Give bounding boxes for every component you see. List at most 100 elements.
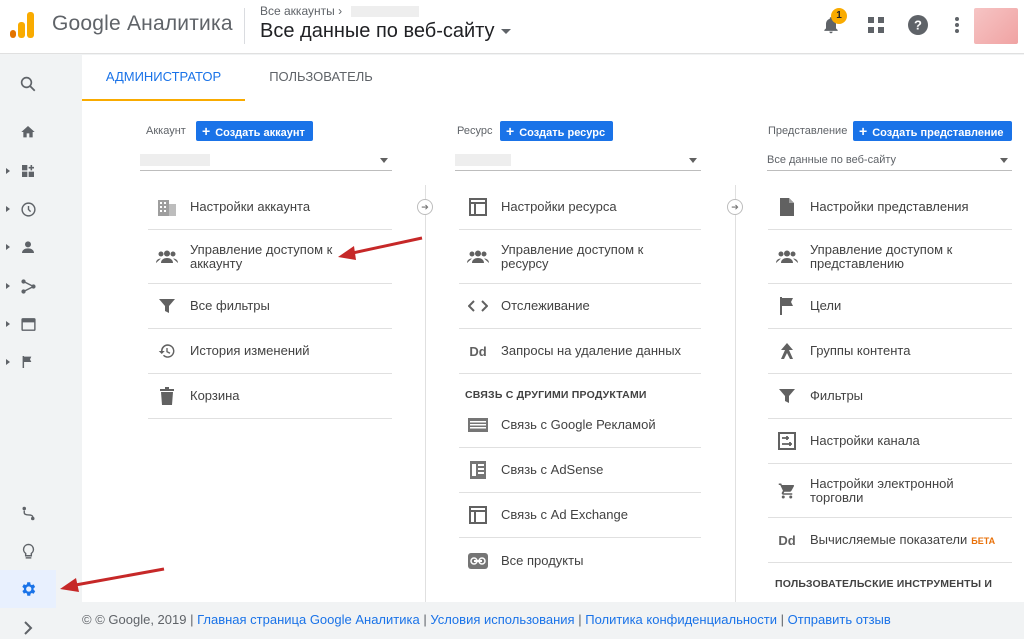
view-filters-label: Фильтры (810, 388, 864, 403)
expand-rail-button[interactable] (0, 613, 56, 639)
history-icon (156, 340, 178, 362)
footer-link-terms[interactable]: Условия использования (430, 612, 574, 627)
svg-text:?: ? (914, 18, 922, 33)
plus-icon: + (202, 123, 211, 139)
behavior-icon (20, 317, 36, 331)
building-icon (156, 196, 178, 218)
analytics-logo-icon[interactable] (8, 10, 36, 38)
all-filters-item[interactable]: Все фильтры (148, 284, 392, 329)
tab-administrator[interactable]: АДМИНИСТРАТОР (82, 55, 245, 101)
flag-icon (776, 295, 798, 317)
customization-icon (22, 165, 34, 177)
dd-icon: Dd (778, 532, 796, 548)
beta-badge: БЕТА (971, 535, 996, 546)
admin-tabs: АДМИНИСТРАТОР ПОЛЬЗОВАТЕЛЬ (82, 55, 1024, 101)
view-settings-item[interactable]: Настройки представления (768, 185, 1012, 230)
adexchange-link-item[interactable]: Связь с Ad Exchange (459, 493, 701, 538)
attribution-icon (21, 506, 35, 520)
home-icon (21, 126, 35, 138)
view-selector[interactable]: Все данные по веб-сайту (260, 20, 511, 43)
channel-icon (776, 430, 798, 452)
view-access-management-label: Управление доступом к представлению (810, 241, 953, 271)
search-nav-button[interactable] (0, 69, 56, 99)
document-icon (776, 196, 798, 218)
dropdown-arrow-icon (380, 158, 388, 163)
column-arrow-icon: ➔ (417, 199, 433, 215)
adexchange-icon (467, 504, 489, 526)
property-access-management-label: Управление доступом к ресурсу (501, 241, 644, 271)
admin-nav-button[interactable] (0, 570, 56, 608)
conversions-nav-button[interactable] (0, 347, 56, 377)
create-account-button[interactable]: + Создать аккаунт (196, 121, 313, 141)
chevron-right-icon (24, 621, 33, 635)
content-groups-item[interactable]: Группы контента (768, 329, 1012, 374)
account-select[interactable] (140, 149, 392, 171)
account-column-label: Аккаунт (146, 125, 186, 137)
ecommerce-settings-item[interactable]: Настройки электронной торговли (768, 464, 1012, 518)
breadcrumb[interactable]: Все аккаунты › (260, 4, 420, 18)
adsense-link-item[interactable]: Связь с AdSense (459, 448, 701, 493)
apps-button[interactable] (863, 12, 889, 38)
footer-link-home[interactable]: Главная страница Google Аналитика (197, 612, 420, 627)
expand-arrow-icon (6, 206, 10, 212)
expand-arrow-icon (6, 359, 10, 365)
expand-arrow-icon (6, 244, 10, 250)
all-filters-label: Все фильтры (190, 298, 270, 313)
channel-settings-label: Настройки канала (810, 433, 920, 448)
dropdown-arrow-icon (689, 158, 697, 163)
calculated-metrics-text: Вычисляемые показатели (810, 531, 968, 547)
account-settings-item[interactable]: Настройки аккаунта (148, 185, 392, 230)
customization-nav-button[interactable] (0, 156, 56, 186)
property-settings-item[interactable]: Настройки ресурса (459, 185, 701, 230)
breadcrumb-label: Все аккаунты (260, 4, 335, 18)
goals-item[interactable]: Цели (768, 284, 1012, 329)
create-view-label: Создать представление (872, 127, 1004, 139)
home-nav-button[interactable] (0, 117, 56, 147)
view-access-management-item[interactable]: Управление доступом к представлению (768, 230, 1012, 284)
channel-settings-item[interactable]: Настройки канала (768, 419, 1012, 464)
adexchange-link-label: Связь с Ad Exchange (501, 507, 628, 522)
view-select[interactable]: Все данные по веб-сайту (767, 149, 1012, 171)
tab-user[interactable]: ПОЛЬЗОВАТЕЛЬ (252, 55, 390, 101)
create-view-button[interactable]: + Создать представление (853, 121, 1012, 141)
notifications-button[interactable]: 1 (818, 8, 847, 38)
view-filters-item[interactable]: Фильтры (768, 374, 1012, 419)
avatar[interactable] (974, 8, 1018, 44)
change-history-item[interactable]: История изменений (148, 329, 392, 374)
footer-link-feedback[interactable]: Отправить отзыв (788, 612, 891, 627)
lightbulb-icon (22, 543, 34, 559)
filter-icon (156, 295, 178, 317)
people-icon (467, 246, 489, 268)
acquisition-icon (20, 278, 36, 294)
create-property-button[interactable]: + Создать ресурс (500, 121, 614, 141)
realtime-nav-button[interactable] (0, 194, 56, 224)
top-app-bar: Google Аналитика Все аккаунты › Все данн… (0, 0, 1024, 54)
footer-copyright-text: © Google, 2019 (95, 612, 187, 627)
app-title: Google Аналитика (52, 12, 233, 35)
header-divider (244, 8, 245, 44)
behavior-nav-button[interactable] (0, 309, 56, 339)
footer-link-privacy[interactable]: Политика конфиденциальности (585, 612, 777, 627)
help-button[interactable]: ? (905, 12, 931, 38)
data-deletion-item[interactable]: Dd Запросы на удаление данных (459, 329, 701, 374)
all-products-item[interactable]: Все продукты (459, 538, 701, 583)
discover-nav-button[interactable] (0, 536, 56, 566)
property-select[interactable] (455, 149, 701, 171)
people-icon (156, 246, 178, 268)
notification-count-badge: 1 (831, 8, 847, 24)
view-settings-label: Настройки представления (810, 199, 969, 214)
trash-item[interactable]: Корзина (148, 374, 392, 419)
calculated-metrics-item[interactable]: Dd Вычисляемые показатели БЕТА (768, 518, 1012, 563)
attribution-nav-button[interactable] (0, 498, 56, 528)
more-menu-button[interactable] (944, 12, 970, 38)
google-ads-link-item[interactable]: Связь с Google Рекламой (459, 403, 701, 448)
property-access-management-item[interactable]: Управление доступом к ресурсу (459, 230, 701, 284)
dd-icon: Dd (469, 343, 487, 359)
custom-tools-section-title: ПОЛЬЗОВАТЕЛЬСКИЕ ИНСТРУМЕНТЫ И (775, 578, 993, 590)
tracking-item[interactable]: Отслеживание (459, 284, 701, 329)
acquisition-nav-button[interactable] (0, 271, 56, 301)
account-settings-label: Настройки аккаунта (190, 199, 311, 214)
audience-nav-button[interactable] (0, 232, 56, 262)
gear-icon (22, 582, 36, 596)
create-property-label: Создать ресурс (519, 127, 606, 139)
